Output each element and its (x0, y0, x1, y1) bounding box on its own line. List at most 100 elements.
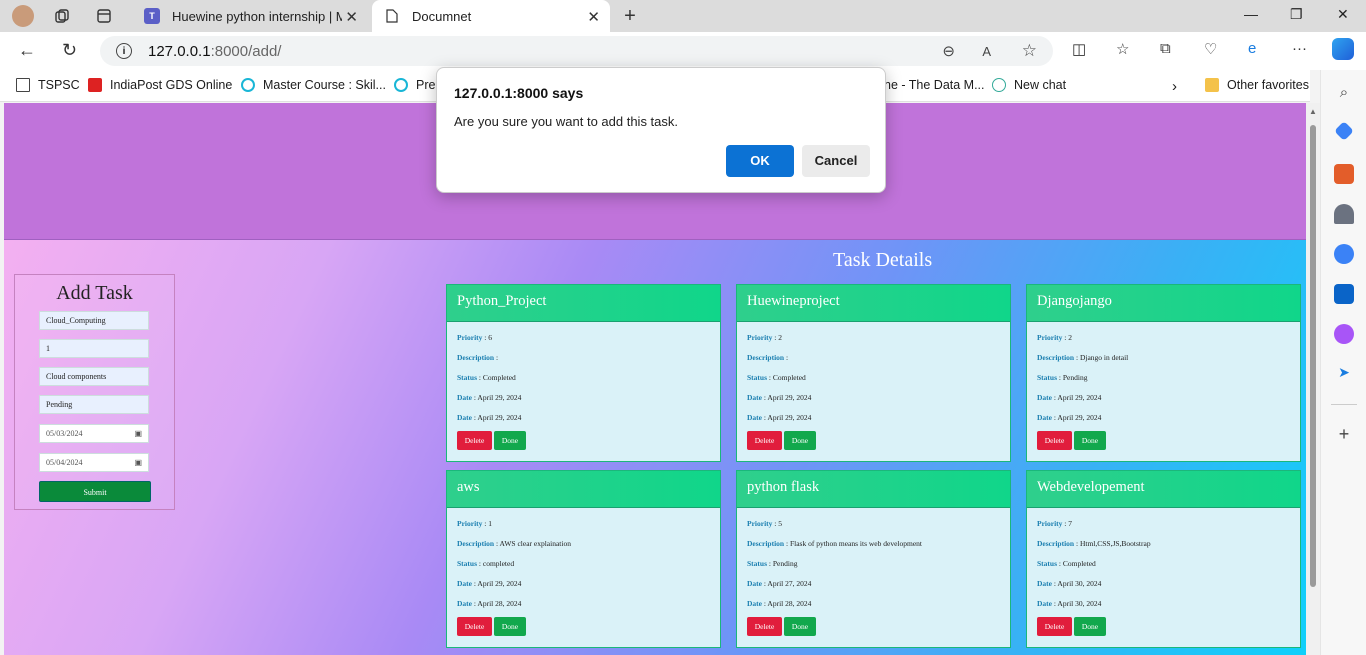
cancel-button[interactable]: Cancel (802, 145, 870, 177)
task-title: Huewineproject (737, 285, 1010, 322)
ok-button[interactable]: OK (726, 145, 794, 177)
outlook-icon[interactable] (1334, 284, 1354, 304)
task-status: Status : Pending (1037, 373, 1088, 382)
task-card: Python_Project Priority : 6 Description : … (446, 284, 721, 462)
priority-input[interactable]: 1 (39, 339, 149, 358)
bookmark-data-m[interactable]: ne - The Data M... (884, 78, 985, 92)
submit-button[interactable]: Submit (39, 481, 151, 502)
task-date1: Date : April 30, 2024 (1037, 579, 1102, 588)
task-title: aws (447, 471, 720, 508)
toolbar: ← ↻ i 127.0.0.1:8000/add/ ⊖ A ☆ ◫ ☆ ⧉ ♡ … (0, 32, 1366, 70)
close-tab-icon[interactable]: ✕ (345, 8, 358, 26)
shopping-tag-icon[interactable] (1334, 121, 1354, 141)
task-status: Status : Completed (747, 373, 806, 382)
task-description: Description : Html,CSS,JS,Bootstrap (1037, 539, 1151, 548)
favorite-star-icon[interactable]: ☆ (1022, 41, 1037, 61)
description-input[interactable]: Cloud components (39, 367, 149, 386)
url-text[interactable]: 127.0.0.1:8000/add/ (148, 43, 281, 60)
task-date2: Date : April 29, 2024 (1037, 413, 1102, 422)
bookmark-master-course[interactable]: Master Course : Skil... (241, 78, 386, 92)
calendar-icon[interactable]: ▣ (134, 429, 142, 438)
title-input[interactable]: Cloud_Computing (39, 311, 149, 330)
tab-teams[interactable]: T Huewine python internship | Mic ✕ (132, 0, 368, 32)
people-icon[interactable] (1334, 204, 1354, 224)
collections-icon[interactable]: ⧉ (1160, 40, 1171, 57)
more-icon[interactable]: ··· (1292, 40, 1307, 57)
task-date1: Date : April 29, 2024 (1037, 393, 1102, 402)
bookmark-indiapost[interactable]: IndiaPost GDS Online (88, 78, 232, 92)
office-icon[interactable] (1334, 244, 1354, 264)
edge-sidebar: ⌕ ➤ + (1320, 70, 1366, 655)
chevron-right-icon[interactable]: › (1172, 78, 1177, 95)
minimize-icon[interactable]: — (1244, 6, 1258, 22)
status-input[interactable]: Pending (39, 395, 149, 414)
refresh-icon[interactable]: ↻ (62, 40, 77, 61)
teams-icon: T (144, 8, 160, 24)
copilot-icon[interactable] (1332, 38, 1354, 60)
link-icon (394, 78, 408, 92)
designer-icon[interactable] (1334, 324, 1354, 344)
scrollbar-thumb[interactable] (1310, 125, 1316, 587)
tab-actions-icon[interactable] (94, 6, 114, 26)
task-date2: Date : April 29, 2024 (457, 413, 522, 422)
done-button[interactable]: Done (494, 431, 526, 450)
done-button[interactable]: Done (784, 617, 816, 636)
profile-avatar[interactable] (12, 5, 34, 27)
calendar-icon[interactable]: ▣ (134, 458, 142, 467)
tab-active[interactable]: Documnet ✕ (372, 0, 610, 32)
browser-essentials-icon[interactable]: ♡ (1204, 40, 1217, 58)
dialog-message: Are you sure you want to add this task. (454, 114, 679, 129)
search-icon[interactable]: ⌕ (1334, 84, 1354, 104)
task-date1: Date : April 29, 2024 (747, 393, 812, 402)
delete-button[interactable]: Delete (457, 431, 492, 450)
done-button[interactable]: Done (784, 431, 816, 450)
done-button[interactable]: Done (1074, 617, 1106, 636)
tools-icon[interactable] (1334, 164, 1354, 184)
task-date2: Date : April 28, 2024 (457, 599, 522, 608)
end-date-input[interactable]: 05/04/2024 ▣ (39, 453, 149, 472)
task-status: Status : Completed (457, 373, 516, 382)
delete-button[interactable]: Delete (747, 431, 782, 450)
bookmark-new-chat[interactable]: New chat (992, 78, 1066, 92)
back-icon[interactable]: ← (18, 40, 36, 61)
new-tab-icon[interactable]: + (620, 5, 640, 27)
start-date-input[interactable]: 05/03/2024 ▣ (39, 424, 149, 443)
split-screen-icon[interactable]: ◫ (1072, 40, 1086, 58)
close-window-icon[interactable]: ✕ (1337, 6, 1349, 23)
delete-button[interactable]: Delete (457, 617, 492, 636)
send-icon[interactable]: ➤ (1334, 364, 1354, 384)
task-description: Description : Flask of python means its … (747, 539, 923, 548)
task-title: Djangojango (1027, 285, 1300, 322)
edge-icon[interactable]: e (1248, 40, 1256, 57)
task-status: Status : Pending (747, 559, 798, 568)
task-status: Status : completed (457, 559, 515, 568)
task-description: Description : Django in detail (1037, 353, 1129, 362)
delete-button[interactable]: Delete (1037, 431, 1072, 450)
workspaces-icon[interactable] (52, 6, 72, 26)
task-priority: Priority : 5 (747, 519, 782, 528)
address-bar[interactable]: i 127.0.0.1:8000/add/ ⊖ A ☆ (100, 36, 1053, 66)
task-priority: Priority : 6 (457, 333, 492, 342)
page-icon (16, 78, 30, 92)
bookmark-pre[interactable]: Pre (394, 78, 435, 92)
delete-button[interactable]: Delete (1037, 617, 1072, 636)
page-scrollbar[interactable]: ▲ (1306, 103, 1320, 655)
scroll-up-icon[interactable]: ▲ (1309, 107, 1317, 116)
info-icon[interactable]: i (116, 43, 132, 59)
bookmark-tspsc[interactable]: TSPSC (16, 78, 80, 92)
restore-icon[interactable]: ❐ (1290, 6, 1303, 23)
task-title: Webdevelopement (1027, 471, 1300, 508)
bookmark-other-favorites[interactable]: Other favorites (1205, 78, 1309, 92)
close-tab-icon[interactable]: ✕ (587, 8, 600, 26)
read-aloud-icon[interactable]: A (982, 44, 991, 59)
task-card: Webdevelopement Priority : 7 Description :… (1026, 470, 1301, 648)
add-icon[interactable]: + (1334, 424, 1354, 444)
favorites-icon[interactable]: ☆ (1116, 40, 1129, 58)
task-details-heading: Task Details (833, 249, 933, 271)
task-date1: Date : April 29, 2024 (457, 579, 522, 588)
zoom-icon[interactable]: ⊖ (942, 42, 955, 60)
delete-button[interactable]: Delete (747, 617, 782, 636)
done-button[interactable]: Done (1074, 431, 1106, 450)
done-button[interactable]: Done (494, 617, 526, 636)
task-description: Description : AWS clear explaination (457, 539, 571, 548)
